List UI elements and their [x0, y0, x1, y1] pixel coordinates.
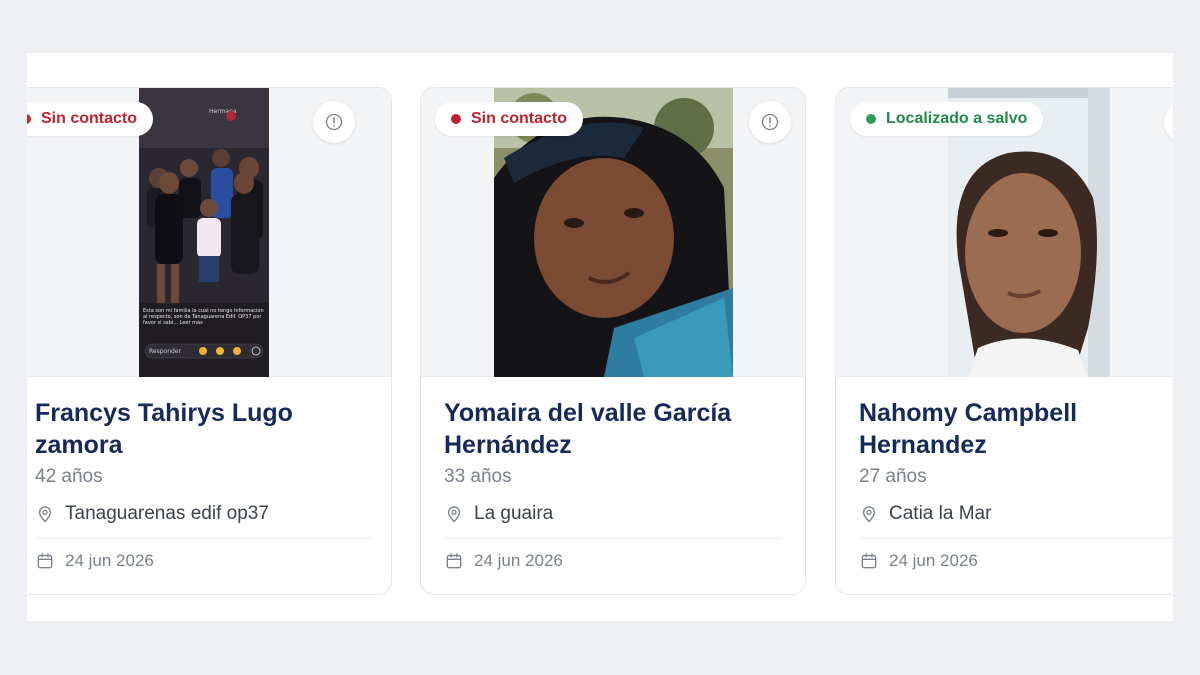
status-label: Sin contacto: [41, 110, 138, 127]
person-photo[interactable]: Hermana Esta son mi familia la cual no t…: [139, 88, 269, 377]
date-text: 24 jun 2026: [889, 551, 978, 570]
card-body: Yomaira del valle García Hernández 33 añ…: [421, 377, 805, 572]
report-info-button[interactable]: [313, 101, 355, 143]
status-badge: Sin contacto: [435, 102, 584, 136]
person-name[interactable]: Francys Tahirys Lugo zamora: [35, 397, 355, 461]
status-label: Localizado a salvo: [886, 110, 1028, 127]
info-circle-icon: [761, 113, 779, 131]
status-badge: Sin contacto: [27, 102, 154, 136]
map-pin-icon: [862, 506, 876, 523]
location-text: Tanaguarenas edif op37: [65, 503, 269, 524]
card-body: Nahomy Campbell Hernandez 27 años Catia …: [836, 377, 1173, 572]
status-dot: [866, 114, 876, 124]
date-text: 24 jun 2026: [65, 551, 154, 570]
person-age: 33 años: [444, 466, 512, 487]
location-row: Catia la Mar: [859, 502, 1173, 539]
date-row: 24 jun 2026: [444, 550, 805, 572]
photo-reply-label: Responder: [149, 348, 181, 355]
status-label: Sin contacto: [471, 110, 568, 127]
status-badge: Localizado a salvo: [850, 102, 1044, 136]
calendar-icon: [446, 553, 462, 569]
status-dot: [451, 114, 461, 124]
person-card[interactable]: Sin contacto Yomaira del valle García He…: [420, 87, 806, 595]
person-age: 42 años: [35, 466, 103, 487]
person-card[interactable]: Localizado a salvo Nahomy Campbell Herna…: [835, 87, 1173, 595]
location-text: La guaira: [474, 503, 554, 524]
map-pin-icon: [447, 506, 461, 523]
calendar-icon: [861, 553, 877, 569]
status-dot: [27, 114, 31, 124]
photo-caption: Esta son mi familia la cual no tengo inf…: [143, 308, 264, 326]
results-panel: Hermana Esta son mi familia la cual no t…: [27, 53, 1173, 621]
date-row: 24 jun 2026: [35, 550, 391, 572]
person-name[interactable]: Nahomy Campbell Hernandez: [859, 397, 1173, 461]
date-text: 24 jun 2026: [474, 551, 563, 570]
location-text: Catia la Mar: [889, 503, 992, 524]
card-body: Francys Tahirys Lugo zamora 42 años Tana…: [27, 377, 391, 572]
person-card[interactable]: Hermana Esta son mi familia la cual no t…: [27, 87, 392, 595]
info-circle-icon: [325, 113, 343, 131]
calendar-icon: [37, 553, 53, 569]
person-age: 27 años: [859, 466, 927, 487]
location-row: Tanaguarenas edif op37: [35, 502, 373, 539]
report-info-button[interactable]: [749, 101, 791, 143]
map-pin-icon: [38, 506, 52, 523]
person-name[interactable]: Yomaira del valle García Hernández: [444, 397, 764, 461]
location-row: La guaira: [444, 502, 782, 539]
date-row: 24 jun 2026: [859, 550, 1173, 572]
